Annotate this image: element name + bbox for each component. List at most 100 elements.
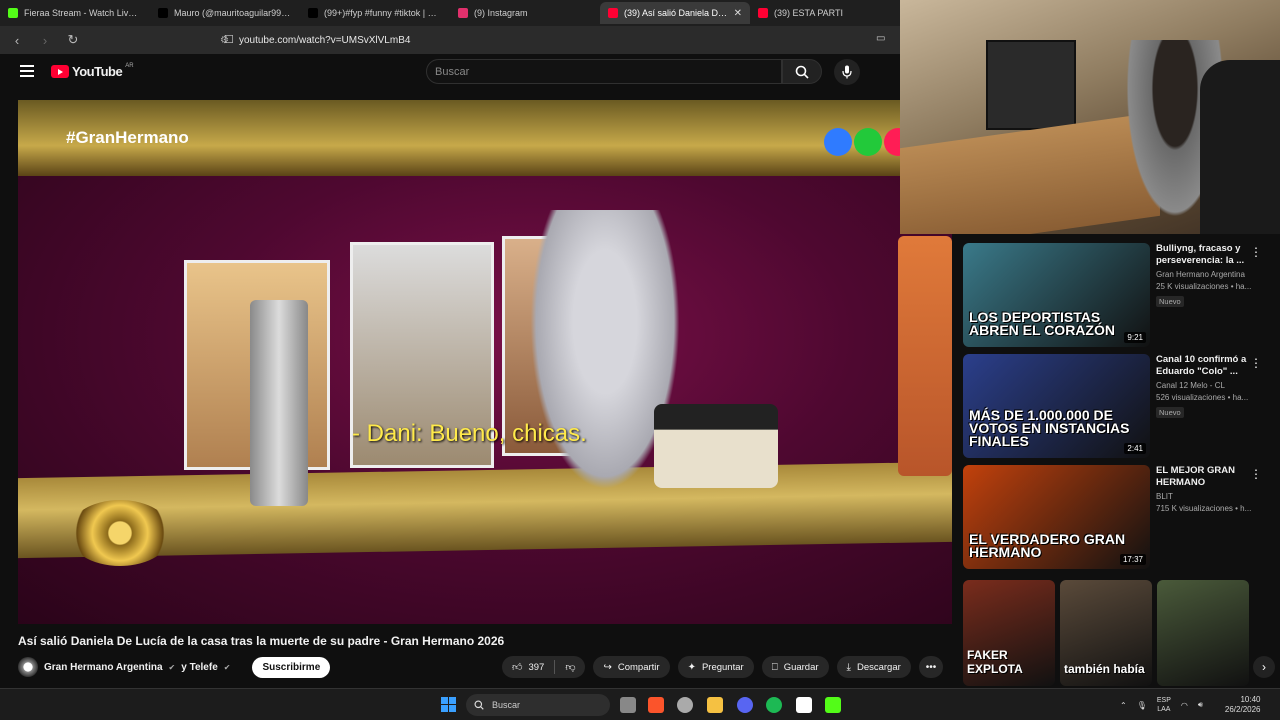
clock-date: 26/2/2026 <box>1224 705 1261 714</box>
volume-icon[interactable]: 🔊︎ <box>1198 700 1203 710</box>
language-indicator[interactable]: ESP LAA <box>1157 696 1171 714</box>
video-thumbnail[interactable]: MÁS DE 1.000.000 DE VOTOS EN INSTANCIAS … <box>963 354 1150 458</box>
more-actions-button[interactable]: ••• <box>918 656 944 678</box>
recommendation-title[interactable]: Canal 10 confirmó a Eduardo "Colo" ... <box>1156 354 1256 378</box>
sparkle-icon: ✦ <box>687 661 696 673</box>
menu-icon[interactable] <box>20 65 34 80</box>
video-player[interactable]: #GranHermano - Dani: Bueno, chicas. <box>18 100 952 624</box>
clock[interactable]: 10:40 26/2/2026 <box>1225 695 1261 715</box>
short-thumbnail[interactable]: FAKER EXPLOTA <box>963 580 1055 686</box>
short-thumbnail[interactable]: también había <box>1060 580 1152 686</box>
recommendation-channel[interactable]: Canal 12 Melo - CL <box>1156 381 1256 390</box>
capcut-icon[interactable] <box>796 697 812 713</box>
forward-icon[interactable]: › <box>38 33 52 48</box>
windows-start-icon[interactable] <box>441 697 456 712</box>
tab-title: (39) Así salió Daniela De Lucí <box>624 8 728 18</box>
video-thumbnail[interactable]: EL VERDADERO GRAN HERMANO 17:37 <box>963 465 1150 569</box>
browser-tab[interactable]: Mauro (@mauritoaguilar99) | TikTok <box>150 2 300 24</box>
save-button[interactable]: ⎕ Guardar <box>761 656 829 678</box>
recommendation-views: 526 visualizaciones • ha... <box>1156 393 1249 402</box>
microphone-icon[interactable]: 🎙︎ <box>1137 701 1147 710</box>
bookmark-icon[interactable]: ☐ <box>224 33 234 46</box>
share-icon: ↪ <box>603 661 612 673</box>
thumbs-down-icon: 👎︎ <box>565 662 576 673</box>
kick-icon <box>8 8 18 18</box>
channel-joiner[interactable]: y Telefe <box>181 662 218 673</box>
more-vertical-icon[interactable]: ⋮ <box>1250 356 1262 370</box>
download-button[interactable]: ⤓ Descargar <box>836 656 911 678</box>
chevron-right-icon[interactable]: › <box>1253 656 1275 678</box>
address-bar[interactable]: ⚙ youtube.com/watch?v=UMSvXlVLmB4 <box>220 30 890 50</box>
chrome-icon[interactable] <box>677 697 693 713</box>
close-tab-icon[interactable]: ✕ <box>734 8 742 19</box>
more-vertical-icon[interactable]: ⋮ <box>1250 245 1262 259</box>
video-actions: 👍︎ 397 👎︎ ↪ Compartir ✦ Preguntar ⎕ Guardar … <box>502 656 944 678</box>
webcam-monitor <box>986 40 1076 130</box>
youtube-logo[interactable]: YouTube AR <box>51 62 134 79</box>
duration-badge: 17:37 <box>1119 554 1146 565</box>
country-code: AR <box>125 62 134 69</box>
wifi-icon[interactable]: ◠ <box>1181 701 1188 710</box>
recommendation-item[interactable]: MÁS DE 1.000.000 DE VOTOS EN INSTANCIAS … <box>963 347 1273 458</box>
spotify-icon[interactable] <box>766 697 782 713</box>
browser-tab[interactable]: (39) Así salió Daniela De Lucí ✕ <box>600 2 750 24</box>
recommendations-sidebar: LOS DEPORTISTAS ABREN EL CORAZÓN 9:21 Bull… <box>955 236 1280 686</box>
short-thumbnail[interactable] <box>1157 580 1249 686</box>
cast-icon[interactable]: ▭ <box>876 33 885 44</box>
kick-icon[interactable] <box>825 697 841 713</box>
subscribe-button[interactable]: Suscribirme <box>252 656 331 678</box>
windows-taskbar: Buscar ⌃ 🎙︎ ESP LAA ◠ 🔊︎ 10:40 26/2/2026 <box>0 688 1280 720</box>
browser-tab[interactable]: Fieraa Stream - Watch Live on Ki <box>0 2 150 24</box>
dislike-button[interactable]: 👎︎ <box>555 656 585 678</box>
tiktok-icon <box>158 8 168 18</box>
recommendation-title[interactable]: Bulliyng, fracaso y perseverencia: la ..… <box>1156 243 1256 267</box>
thumbnail-text: MÁS DE 1.000.000 DE VOTOS EN INSTANCIAS … <box>969 407 1130 449</box>
ask-button[interactable]: ✦ Preguntar <box>677 656 754 678</box>
discord-icon[interactable] <box>737 697 753 713</box>
recommendation-meta: Bulliyng, fracaso y perseverencia: la ..… <box>1156 243 1256 309</box>
like-dislike-group: 👍︎ 397 👎︎ <box>502 656 586 678</box>
search-icon <box>474 700 484 710</box>
recommendation-views: 715 K visualizaciones • h... <box>1156 504 1252 513</box>
like-button[interactable]: 👍︎ 397 <box>502 656 554 678</box>
recommendation-item[interactable]: EL VERDADERO GRAN HERMANO 17:37 EL MEJOR G… <box>963 458 1273 569</box>
more-vertical-icon[interactable]: ⋮ <box>1250 467 1262 481</box>
recommendation-channel[interactable]: Gran Hermano Argentina <box>1156 270 1256 279</box>
channel-brand-balls <box>824 128 912 156</box>
task-view-icon[interactable] <box>620 697 636 713</box>
file-explorer-icon[interactable] <box>707 697 723 713</box>
recommendation-item[interactable]: LOS DEPORTISTAS ABREN EL CORAZÓN 9:21 Bull… <box>963 236 1273 347</box>
recommendation-meta: Canal 10 confirmó a Eduardo "Colo" ... Ca… <box>1156 354 1256 420</box>
reload-icon[interactable]: ↻ <box>66 32 80 48</box>
youtube-icon <box>608 8 618 18</box>
video-thumbnail[interactable]: LOS DEPORTISTAS ABREN EL CORAZÓN 9:21 <box>963 243 1150 347</box>
webcam-overlay <box>900 0 1280 234</box>
chevron-up-icon[interactable]: ⌃ <box>1120 701 1127 710</box>
ask-label: Preguntar <box>701 661 744 673</box>
channel-avatar[interactable] <box>18 657 38 677</box>
browser-tab[interactable]: (99+)#fyp #funny #tiktok | Barber Sh <box>300 2 450 24</box>
channel-name[interactable]: Gran Hermano Argentina <box>44 662 163 673</box>
short-text: FAKER EXPLOTA <box>967 648 1023 676</box>
bookmark-icon: ⎕ <box>771 661 778 673</box>
back-icon[interactable]: ‹ <box>10 33 24 48</box>
taskbar-search[interactable]: Buscar <box>466 694 610 716</box>
browser-tab[interactable]: (9) Instagram <box>450 2 600 24</box>
recommendation-channel[interactable]: BLIT <box>1156 492 1256 501</box>
screen: Fieraa Stream - Watch Live on Ki Mauro (@… <box>0 0 1280 720</box>
duration-badge: 9:21 <box>1124 332 1146 343</box>
search-input[interactable]: Buscar <box>426 59 782 84</box>
share-button[interactable]: ↪ Compartir <box>593 656 670 678</box>
search-button[interactable] <box>782 59 822 84</box>
recommendation-title[interactable]: EL MEJOR GRAN HERMANO <box>1156 465 1256 489</box>
channel-row: Gran Hermano Argentina ✔ y Telefe ✔ Susc… <box>18 656 331 678</box>
voice-search-button[interactable] <box>834 59 860 85</box>
tab-title: (99+)#fyp #funny #tiktok | Barber Sh <box>324 8 442 18</box>
youtube-play-icon <box>51 65 69 78</box>
video-soap-bottle <box>250 300 308 506</box>
browser-toolbar: ‹ › ↻ ⚙ youtube.com/watch?v=UMSvXlVLmB4 … <box>0 26 900 54</box>
brave-browser-icon[interactable] <box>648 697 664 713</box>
download-icon: ⤓ <box>846 661 851 673</box>
browser-tab[interactable]: (39) ESTA PARTI <box>750 2 900 24</box>
tab-title: Fieraa Stream - Watch Live on Ki <box>24 8 142 18</box>
